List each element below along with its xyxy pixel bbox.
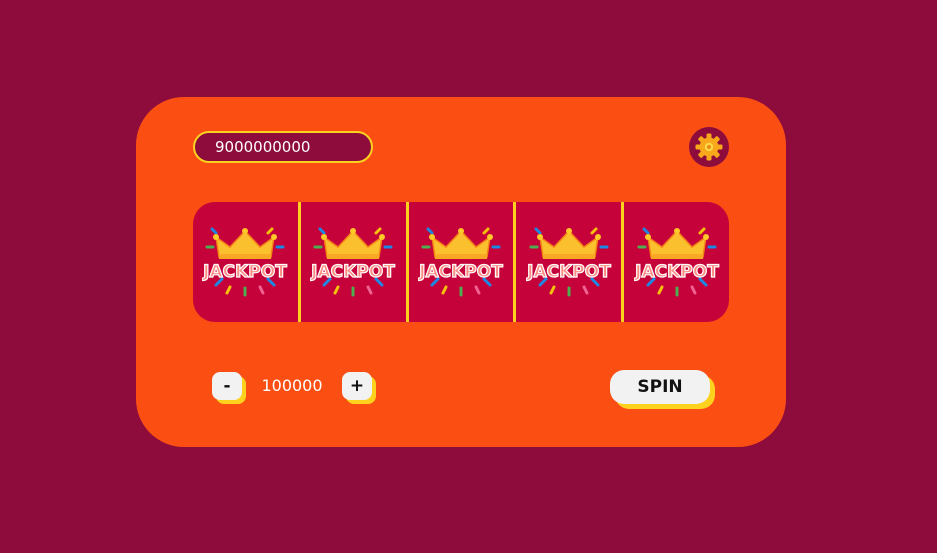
- jackpot-crown-icon: JACKPOT: [634, 227, 719, 297]
- jackpot-crown-icon: JACKPOT: [310, 227, 396, 297]
- reel-2: JACKPOT: [301, 202, 406, 322]
- increase-bet-button[interactable]: +: [342, 372, 372, 400]
- reel-3: JACKPOT: [409, 202, 514, 322]
- jackpot-symbol-text: JACKPOT: [203, 262, 288, 282]
- gear-icon: [695, 133, 723, 161]
- jackpot-symbol-text: JACKPOT: [526, 262, 611, 282]
- jackpot-crown-icon: JACKPOT: [418, 227, 504, 297]
- reel-1: JACKPOT: [193, 202, 298, 322]
- balance-display: 9000000000: [193, 131, 373, 163]
- decrease-bet-button[interactable]: -: [212, 372, 242, 400]
- jackpot-crown-icon: JACKPOT: [526, 227, 612, 297]
- bet-amount: 100000: [261, 376, 323, 395]
- jackpot-crown-icon: JACKPOT: [202, 227, 288, 297]
- reel-4: JACKPOT: [516, 202, 621, 322]
- jackpot-symbol-text: JACKPOT: [634, 262, 719, 282]
- spin-button[interactable]: SPIN: [610, 370, 710, 404]
- reels-window: JACKPOT JACKPOT JACKPOT JACKPOT JACKPOT: [193, 202, 729, 322]
- jackpot-symbol-text: JACKPOT: [310, 262, 395, 282]
- balance-value: 9000000000: [215, 138, 311, 156]
- slot-machine-panel: 9000000000 JACKPOT JACKPOT JACKPOT JACKP…: [136, 97, 786, 447]
- jackpot-symbol-text: JACKPOT: [418, 262, 503, 282]
- reel-5: JACKPOT: [624, 202, 729, 322]
- settings-button[interactable]: [689, 127, 729, 167]
